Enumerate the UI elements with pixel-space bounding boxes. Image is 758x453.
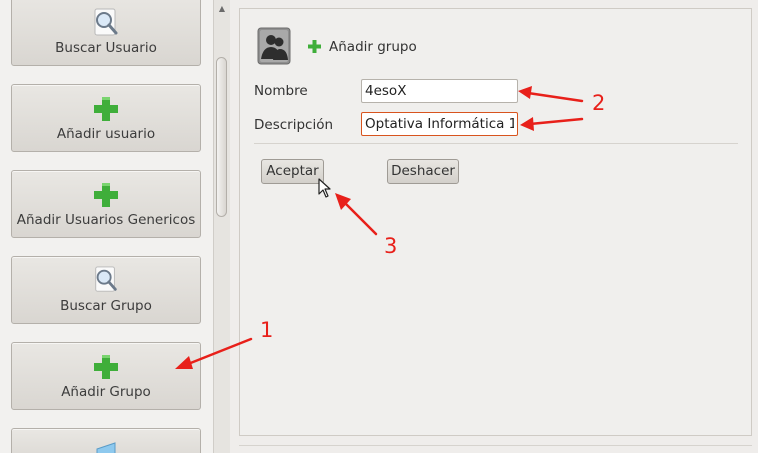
monitor-icon	[96, 442, 116, 453]
annotation-number-1: 1	[260, 318, 274, 342]
deshacer-button[interactable]: Deshacer	[387, 159, 459, 184]
green-plus-icon	[94, 97, 118, 121]
buscar-grupo-button[interactable]: Buscar Grupo	[11, 256, 201, 324]
anadir-usuario-label: Añadir usuario	[56, 126, 156, 142]
anadir-grupo-label: Añadir Grupo	[61, 384, 151, 400]
anadir-usuario-button[interactable]: Añadir usuario	[11, 84, 201, 152]
annotation-number-3: 3	[384, 234, 398, 258]
buscar-usuario-label: Buscar Usuario	[55, 40, 157, 56]
mouse-cursor-icon	[318, 178, 331, 198]
form-title: Añadir grupo	[329, 39, 417, 55]
annotation-number-2: 2	[592, 91, 606, 115]
aceptar-button[interactable]: Aceptar	[261, 159, 324, 184]
form-panel: Añadir grupo Nombre Descripción Aceptar …	[239, 8, 752, 436]
nombre-input[interactable]	[361, 79, 518, 103]
tool-panel: Buscar Usuario Añadir usuario Añadir Usu…	[0, 0, 230, 453]
green-plus-icon	[94, 183, 118, 207]
scrollbar-thumb[interactable]	[216, 57, 227, 217]
form-separator	[254, 143, 738, 144]
next-tool-button[interactable]	[11, 428, 201, 453]
anadir-usuarios-genericos-button[interactable]: Añadir Usuarios Genericos	[11, 170, 201, 238]
status-separator	[239, 445, 752, 446]
magnifier-icon	[94, 8, 118, 36]
green-plus-icon	[94, 355, 118, 379]
sidebar-scrollbar[interactable]: ▲	[213, 0, 230, 453]
scroll-up-arrow-icon[interactable]: ▲	[217, 4, 227, 14]
group-avatar-icon	[257, 27, 291, 65]
tool-list: Buscar Usuario Añadir usuario Añadir Usu…	[0, 0, 214, 453]
buscar-grupo-label: Buscar Grupo	[60, 298, 152, 314]
descripcion-label: Descripción	[254, 117, 334, 133]
buscar-usuario-button[interactable]: Buscar Usuario	[11, 0, 201, 66]
add-plus-icon	[308, 40, 321, 53]
nombre-label: Nombre	[254, 83, 308, 99]
anadir-grupo-button[interactable]: Añadir Grupo	[11, 342, 201, 410]
magnifier-icon	[95, 266, 117, 292]
descripcion-input[interactable]	[361, 112, 518, 136]
anadir-usuarios-genericos-label: Añadir Usuarios Genericos	[16, 212, 196, 228]
